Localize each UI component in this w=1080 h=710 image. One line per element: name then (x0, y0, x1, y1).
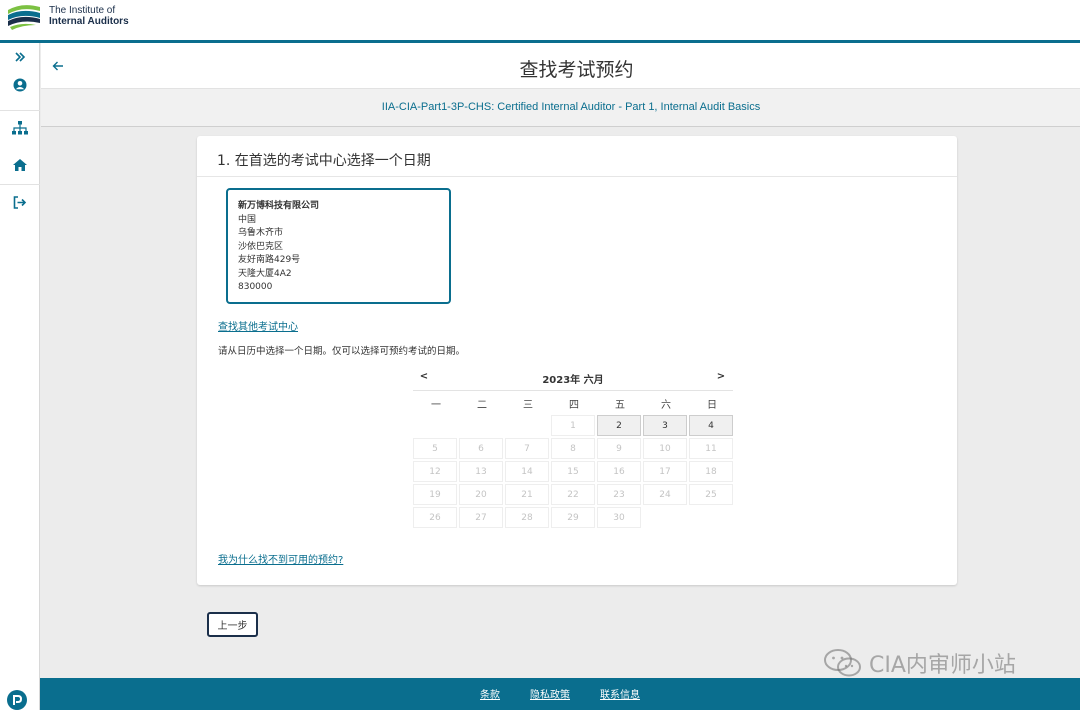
calendar-day-disabled: 13 (459, 461, 503, 482)
center-district: 沙依巴克区 (238, 241, 284, 252)
footer: 条款 隐私政策 联系信息 (40, 678, 1080, 710)
center-country: 中国 (238, 214, 257, 225)
sitemap-button[interactable] (0, 116, 40, 140)
pearson-logo-icon (7, 690, 27, 710)
center-postcode: 830000 (238, 282, 273, 292)
expand-sidebar-button[interactable] (0, 45, 40, 69)
profile-button[interactable] (0, 73, 40, 97)
page-header: 查找考试预约 (41, 43, 1080, 89)
calendar-day-disabled: 19 (413, 484, 457, 505)
calendar-day-disabled: 23 (597, 484, 641, 505)
calendar-day-disabled: 26 (413, 507, 457, 528)
test-center-card[interactable]: 新万博科技有限公司 中国 乌鲁木齐市 沙依巴克区 友好南路429号 天隆大厦4A… (226, 188, 451, 304)
weekday-label: 六 (661, 399, 671, 411)
weekday-label: 四 (569, 399, 579, 411)
calendar-weekday-row: 一二三四五六日 (413, 391, 733, 415)
home-icon (13, 159, 27, 171)
calendar: < 2023年 六月 > 一二三四五六日 1 2 3 4 5 6 7 8 9 10 11 12 13 14… (413, 368, 733, 528)
calendar-day-disabled: 24 (643, 484, 687, 505)
date-selection-card: 1. 在首选的考试中心选择一个日期 新万博科技有限公司 中国 乌鲁木齐市 沙依巴… (197, 136, 957, 585)
double-chevron-right-icon (15, 52, 26, 62)
calendar-day-disabled: 29 (551, 507, 595, 528)
terms-link[interactable]: 条款 (480, 686, 500, 701)
sidebar-divider (0, 110, 40, 111)
user-circle-icon (13, 78, 27, 92)
top-bar: The Institute of Internal Auditors (0, 0, 1080, 40)
center-city: 乌鲁木齐市 (238, 228, 284, 238)
weekday-label: 三 (523, 399, 533, 411)
calendar-day-disabled: 28 (505, 507, 549, 528)
watermark: CIA内审师小站 (823, 646, 1016, 680)
calendar-day-disabled: 5 (413, 438, 457, 459)
wechat-icon (824, 649, 861, 677)
calendar-day-disabled: 17 (643, 461, 687, 482)
calendar-day-disabled: 22 (551, 484, 595, 505)
calendar-day-disabled: 27 (459, 507, 503, 528)
calendar-day-disabled: 10 (643, 438, 687, 459)
center-building: 天隆大厦4A2 (238, 268, 292, 279)
calendar-day-disabled: 25 (689, 484, 733, 505)
calendar-day-disabled: 30 (597, 507, 641, 528)
calendar-day-disabled: 12 (413, 461, 457, 482)
calendar-day-available[interactable]: 4 (689, 415, 733, 436)
sign-out-icon (13, 195, 27, 209)
calendar-day-disabled: 15 (551, 461, 595, 482)
page-title: 查找考试预约 (519, 59, 634, 81)
weekday-label: 五 (615, 399, 625, 411)
calendar-day-disabled: 20 (459, 484, 503, 505)
calendar-day-disabled: 1 (551, 415, 595, 436)
calendar-instructions: 请从日历中选择一个日期。仅可以选择可预约考试的日期。 (218, 346, 466, 357)
calendar-day-available[interactable]: 3 (643, 415, 687, 436)
exam-subheader: IIA-CIA-Part1-3P-CHS: Certified Internal… (41, 89, 1080, 127)
center-name: 新万博科技有限公司 (238, 201, 320, 211)
exam-name: IIA-CIA-Part1-3P-CHS: Certified Internal… (381, 101, 761, 113)
sidebar (0, 43, 40, 710)
sidebar-divider (0, 184, 40, 185)
brand-line-2: Internal Auditors (49, 16, 129, 27)
calendar-day-disabled: 16 (597, 461, 641, 482)
calendar-day-disabled: 14 (505, 461, 549, 482)
calendar-empty-cell (413, 415, 457, 436)
privacy-policy-link[interactable]: 隐私政策 (530, 686, 570, 701)
next-month-button[interactable]: > (713, 371, 729, 382)
footer-links: 条款 隐私政策 联系信息 (40, 686, 1080, 701)
step-title: 1. 在首选的考试中心选择一个日期 (217, 153, 431, 169)
calendar-day-disabled: 8 (551, 438, 595, 459)
find-other-centers-link[interactable]: 查找其他考试中心 (218, 318, 298, 333)
calendar-day-disabled: 9 (597, 438, 641, 459)
weekday-label: 一 (431, 399, 441, 411)
calendar-day-grid: 1 2 3 4 5 6 7 8 9 10 11 12 13 14 15 16 17 18 19 20 21 22 23 24 2… (413, 415, 733, 528)
card-divider (197, 176, 957, 177)
calendar-day-available[interactable]: 2 (597, 415, 641, 436)
watermark-text: CIA内审师小站 (869, 653, 1016, 678)
calendar-day-disabled: 7 (505, 438, 549, 459)
center-street: 友好南路429号 (238, 255, 301, 265)
previous-step-button[interactable]: 上一步 (207, 612, 258, 637)
contact-info-link[interactable]: 联系信息 (600, 686, 640, 701)
why-no-appointments-link[interactable]: 我为什么找不到可用的预约? (218, 551, 343, 566)
sign-out-button[interactable] (0, 190, 40, 214)
calendar-day-disabled: 18 (689, 461, 733, 482)
calendar-day-disabled: 21 (505, 484, 549, 505)
calendar-empty-cell (459, 415, 503, 436)
sitemap-icon (12, 121, 28, 135)
calendar-month-label: 2023年 六月 (542, 375, 604, 386)
calendar-header: < 2023年 六月 > (413, 368, 733, 388)
calendar-empty-cell (505, 415, 549, 436)
calendar-day-disabled: 6 (459, 438, 503, 459)
weekday-label: 日 (707, 399, 717, 411)
brand-name: The Institute of Internal Auditors (49, 5, 129, 27)
home-button[interactable] (0, 153, 40, 177)
brand-line-1: The Institute of (49, 5, 116, 16)
weekday-label: 二 (477, 399, 487, 411)
iia-logo-icon (8, 5, 40, 30)
calendar-day-disabled: 11 (689, 438, 733, 459)
